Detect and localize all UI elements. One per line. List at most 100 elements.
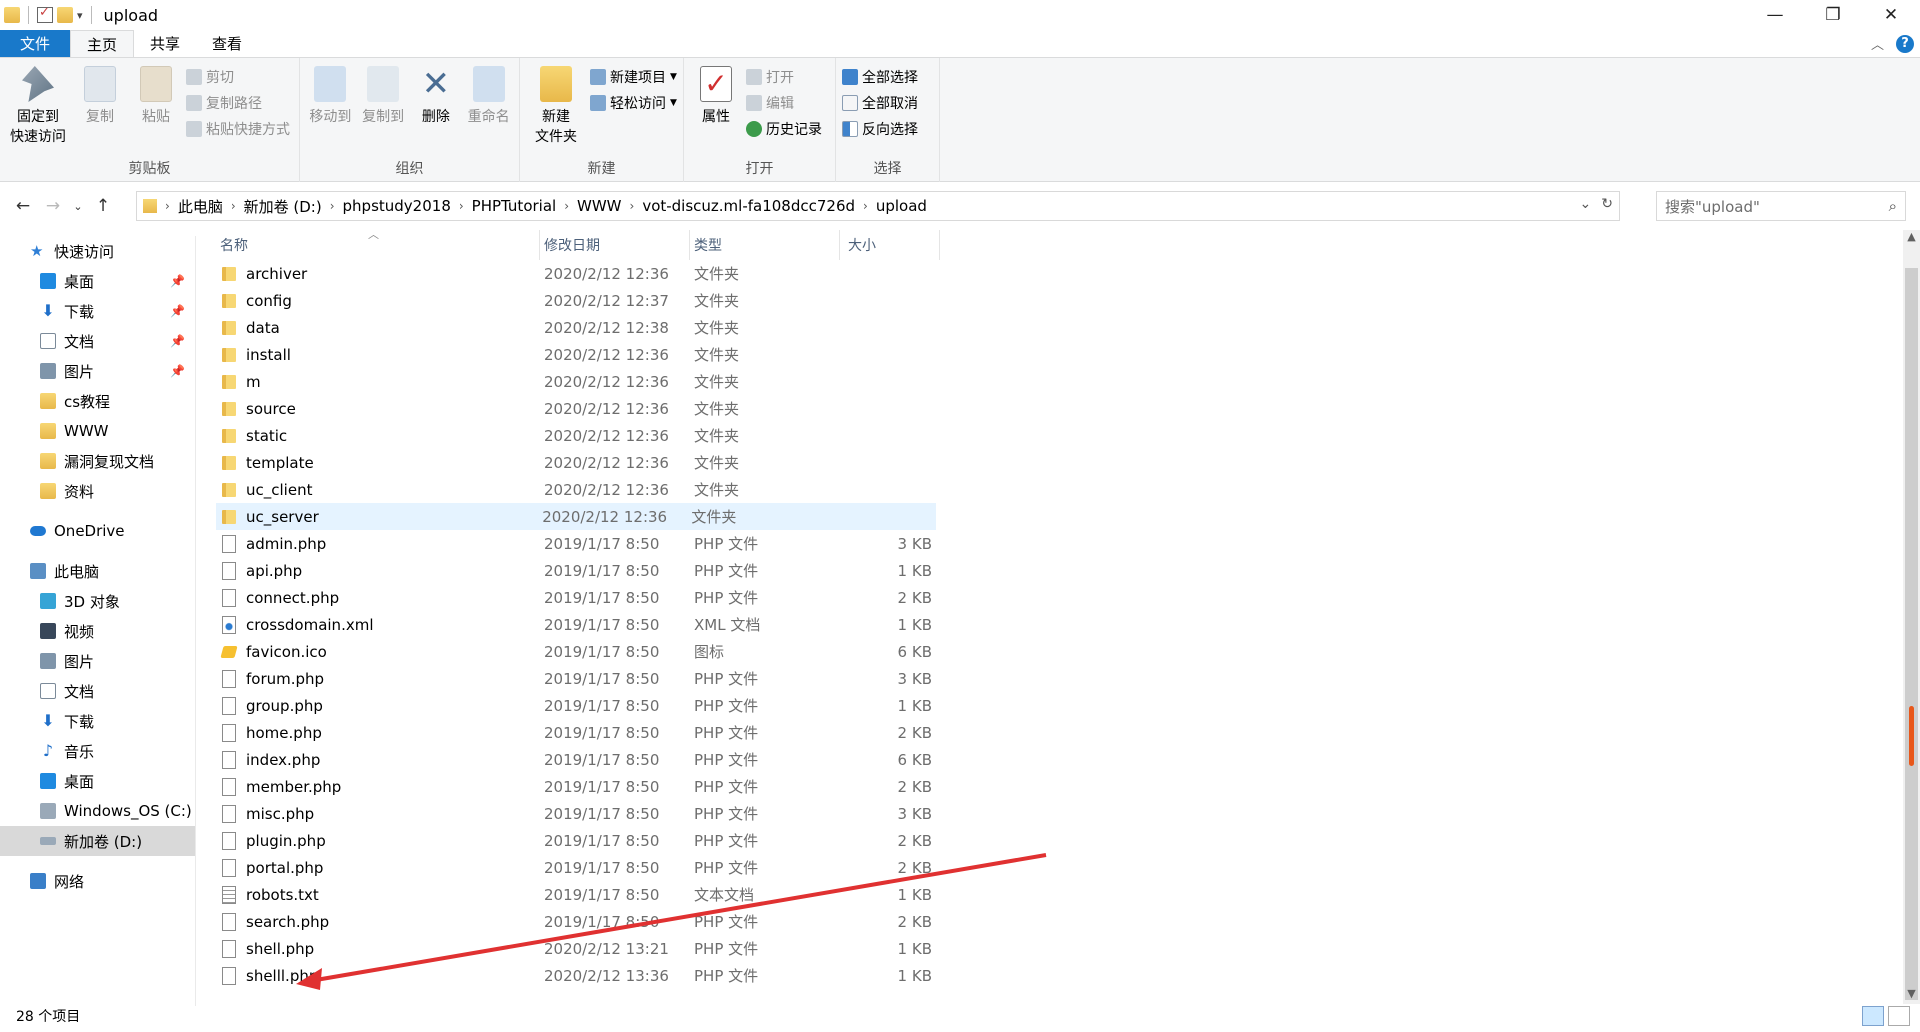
breadcrumb-item[interactable]: 此电脑 bbox=[178, 196, 223, 217]
table-row[interactable]: crossdomain.xml 2019/1/17 8:50 XML 文档 1 KB bbox=[216, 611, 1906, 638]
table-row[interactable]: archiver 2020/2/12 12:36 文件夹 bbox=[216, 260, 1906, 287]
table-row[interactable]: robots.txt 2019/1/17 8:50 文本文档 1 KB bbox=[216, 881, 1906, 908]
new-item-button[interactable]: 新建项目 ▼ bbox=[590, 68, 677, 86]
pin-icon[interactable]: 📌 bbox=[170, 364, 185, 378]
table-row[interactable]: misc.php 2019/1/17 8:50 PHP 文件 3 KB bbox=[216, 800, 1906, 827]
nav-onedrive[interactable]: OneDrive bbox=[0, 516, 195, 546]
pin-icon[interactable]: 📌 bbox=[170, 304, 185, 318]
table-row[interactable]: portal.php 2019/1/17 8:50 PHP 文件 2 KB bbox=[216, 854, 1906, 881]
table-row[interactable]: index.php 2019/1/17 8:50 PHP 文件 6 KB bbox=[216, 746, 1906, 773]
scroll-up-icon[interactable]: ▲ bbox=[1903, 230, 1920, 247]
select-all-button[interactable]: 全部选择 bbox=[842, 68, 918, 86]
nav-item-desktop[interactable]: 桌面 📌 bbox=[0, 266, 195, 296]
breadcrumb-item[interactable]: PHPTutorial bbox=[472, 197, 557, 215]
close-button[interactable]: ✕ bbox=[1862, 0, 1920, 30]
nav-item-desktop-pc[interactable]: 桌面 bbox=[0, 766, 195, 796]
breadcrumb-item[interactable]: vot-discuz.ml-fa108dcc726d bbox=[642, 197, 855, 215]
pin-icon[interactable]: 📌 bbox=[170, 334, 185, 348]
table-row[interactable]: uc_client 2020/2/12 12:36 文件夹 bbox=[216, 476, 1906, 503]
select-none-button[interactable]: 全部取消 bbox=[842, 94, 918, 112]
invert-selection-button[interactable]: 反向选择 bbox=[842, 120, 918, 138]
recent-locations-chevron-icon[interactable]: ⌄ bbox=[68, 200, 88, 213]
nav-item-pictures-pc[interactable]: 图片 bbox=[0, 646, 195, 676]
maximize-button[interactable]: ❐ bbox=[1804, 0, 1862, 30]
table-row[interactable]: member.php 2019/1/17 8:50 PHP 文件 2 KB bbox=[216, 773, 1906, 800]
table-row[interactable]: favicon.ico 2019/1/17 8:50 图标 6 KB bbox=[216, 638, 1906, 665]
nav-this-pc[interactable]: 此电脑 bbox=[0, 556, 195, 586]
table-row[interactable]: config 2020/2/12 12:37 文件夹 bbox=[216, 287, 1906, 314]
nav-item-cs-tutorial[interactable]: cs教程 bbox=[0, 386, 195, 416]
nav-item-drive-c[interactable]: Windows_OS (C:) bbox=[0, 796, 195, 826]
scrollbar-thumb[interactable] bbox=[1905, 268, 1918, 1000]
nav-item-videos[interactable]: 视频 bbox=[0, 616, 195, 646]
back-arrow-icon[interactable]: ← bbox=[8, 196, 38, 216]
nav-item-3d-objects[interactable]: 3D 对象 bbox=[0, 586, 195, 616]
tab-share[interactable]: 共享 bbox=[134, 30, 196, 57]
properties-check-icon[interactable] bbox=[37, 5, 53, 23]
tab-view[interactable]: 查看 bbox=[196, 30, 258, 57]
nav-item-materials[interactable]: 资料 bbox=[0, 476, 195, 506]
vertical-scrollbar[interactable]: ▲ ▼ bbox=[1903, 230, 1920, 1004]
edit-button[interactable]: 编辑 bbox=[746, 94, 822, 112]
table-row[interactable]: source 2020/2/12 12:36 文件夹 bbox=[216, 395, 1906, 422]
paste-shortcut-button[interactable]: 粘贴快捷方式 bbox=[186, 120, 290, 138]
table-row[interactable]: forum.php 2019/1/17 8:50 PHP 文件 3 KB bbox=[216, 665, 1906, 692]
table-row[interactable]: group.php 2019/1/17 8:50 PHP 文件 1 KB bbox=[216, 692, 1906, 719]
up-arrow-icon[interactable]: ↑ bbox=[88, 196, 118, 216]
easy-access-button[interactable]: 轻松访问 ▼ bbox=[590, 94, 677, 112]
table-row[interactable]: static 2020/2/12 12:36 文件夹 bbox=[216, 422, 1906, 449]
large-icons-view-icon[interactable] bbox=[1888, 1006, 1910, 1026]
breadcrumb-item[interactable]: 新加卷 (D:) bbox=[244, 196, 322, 217]
minimize-button[interactable]: — bbox=[1746, 0, 1804, 30]
table-row[interactable]: data 2020/2/12 12:38 文件夹 bbox=[216, 314, 1906, 341]
nav-quick-access[interactable]: ★ 快速访问 bbox=[0, 236, 195, 266]
open-button[interactable]: 打开 bbox=[746, 68, 822, 86]
table-row[interactable]: uc_server 2020/2/12 12:36 文件夹 bbox=[216, 503, 936, 530]
tab-home[interactable]: 主页 bbox=[70, 30, 135, 57]
history-button[interactable]: 历史记录 bbox=[746, 120, 822, 138]
table-row[interactable]: template 2020/2/12 12:36 文件夹 bbox=[216, 449, 1906, 476]
collapse-ribbon-chevron-icon[interactable]: ︿ bbox=[1871, 34, 1884, 53]
address-dropdown-chevron-icon[interactable]: ⌄ bbox=[1580, 196, 1592, 212]
details-view-icon[interactable] bbox=[1862, 1006, 1884, 1026]
nav-item-music[interactable]: ♪ 音乐 bbox=[0, 736, 195, 766]
column-size[interactable]: 大小 bbox=[840, 230, 940, 260]
column-date[interactable]: 修改日期 bbox=[540, 230, 690, 260]
table-row[interactable]: home.php 2019/1/17 8:50 PHP 文件 2 KB bbox=[216, 719, 1906, 746]
table-row[interactable]: api.php 2019/1/17 8:50 PHP 文件 1 KB bbox=[216, 557, 1906, 584]
table-row[interactable]: connect.php 2019/1/17 8:50 PHP 文件 2 KB bbox=[216, 584, 1906, 611]
nav-item-downloads[interactable]: ⬇ 下载 📌 bbox=[0, 296, 195, 326]
nav-item-documents-pc[interactable]: 文档 bbox=[0, 676, 195, 706]
table-row[interactable]: shelll.php 2020/2/12 13:36 PHP 文件 1 KB bbox=[216, 962, 1906, 989]
copy-path-button[interactable]: 复制路径 bbox=[186, 94, 290, 112]
table-row[interactable]: install 2020/2/12 12:36 文件夹 bbox=[216, 341, 1906, 368]
breadcrumb-item[interactable]: phpstudy2018 bbox=[343, 197, 451, 215]
customize-toolbar-chevron-icon[interactable]: ▾ bbox=[77, 9, 83, 22]
table-row[interactable]: plugin.php 2019/1/17 8:50 PHP 文件 2 KB bbox=[216, 827, 1906, 854]
table-row[interactable]: search.php 2019/1/17 8:50 PHP 文件 2 KB bbox=[216, 908, 1906, 935]
cut-button[interactable]: 剪切 bbox=[186, 68, 290, 86]
nav-item-vuln-docs[interactable]: 漏洞复现文档 bbox=[0, 446, 195, 476]
breadcrumb-item[interactable]: upload bbox=[876, 197, 927, 215]
column-type[interactable]: 类型 bbox=[690, 230, 840, 260]
tab-file[interactable]: 文件 bbox=[0, 30, 70, 57]
breadcrumb-item[interactable]: WWW bbox=[577, 197, 622, 215]
forward-arrow-icon[interactable]: → bbox=[38, 196, 68, 216]
nav-item-pictures[interactable]: 图片 📌 bbox=[0, 356, 195, 386]
nav-item-documents[interactable]: 文档 📌 bbox=[0, 326, 195, 356]
search-input[interactable]: 搜索"upload" ⌕ bbox=[1656, 191, 1906, 221]
address-bar[interactable]: › 此电脑 › 新加卷 (D:) › phpstudy2018 › PHPTut… bbox=[136, 191, 1620, 221]
refresh-icon[interactable]: ↻ bbox=[1601, 196, 1613, 212]
table-row[interactable]: shell.php 2020/2/12 13:21 PHP 文件 1 KB bbox=[216, 935, 1906, 962]
new-folder-icon[interactable] bbox=[57, 7, 73, 23]
nav-network[interactable]: 网络 bbox=[0, 866, 195, 896]
nav-item-downloads-pc[interactable]: ⬇ 下载 bbox=[0, 706, 195, 736]
pin-icon[interactable]: 📌 bbox=[170, 274, 185, 288]
table-row[interactable]: admin.php 2019/1/17 8:50 PHP 文件 3 KB bbox=[216, 530, 1906, 557]
nav-item-www[interactable]: WWW bbox=[0, 416, 195, 446]
table-row[interactable]: m 2020/2/12 12:36 文件夹 bbox=[216, 368, 1906, 395]
nav-item-drive-d[interactable]: 新加卷 (D:) bbox=[0, 826, 195, 856]
file-type: 文件夹 bbox=[694, 346, 740, 364]
scroll-down-icon[interactable]: ▼ bbox=[1903, 987, 1920, 1004]
help-icon[interactable]: ? bbox=[1896, 34, 1914, 53]
